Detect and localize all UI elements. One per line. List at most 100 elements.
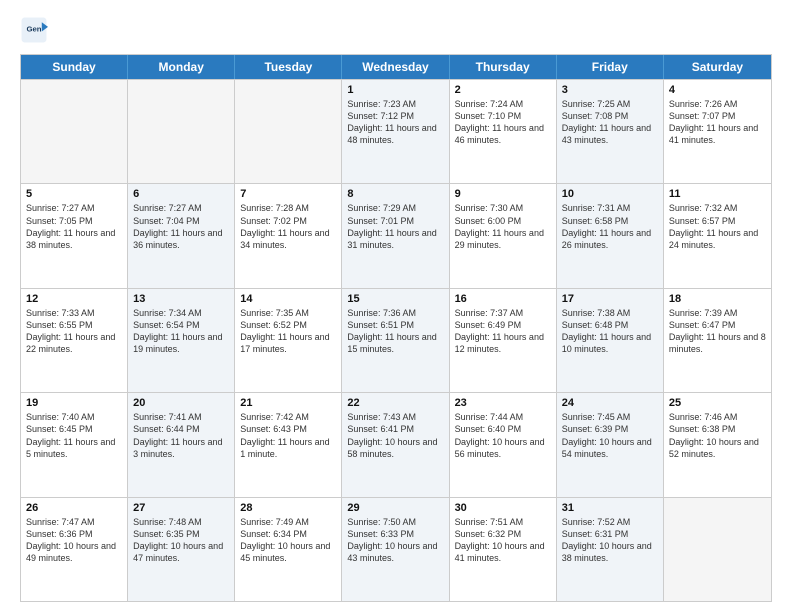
daylight-text: Daylight: 11 hours and 10 minutes. bbox=[562, 331, 658, 355]
daylight-text: Daylight: 11 hours and 48 minutes. bbox=[347, 122, 443, 146]
header-day-tuesday: Tuesday bbox=[235, 55, 342, 79]
day-number: 15 bbox=[347, 293, 443, 305]
sunrise-text: Sunrise: 7:46 AM bbox=[669, 411, 766, 423]
logo: Gen bbox=[20, 16, 52, 44]
sunrise-text: Sunrise: 7:30 AM bbox=[455, 202, 551, 214]
svg-text:Gen: Gen bbox=[26, 25, 41, 34]
calendar-row-4: 26Sunrise: 7:47 AMSunset: 6:36 PMDayligh… bbox=[21, 497, 771, 601]
day-number: 11 bbox=[669, 188, 766, 200]
sunset-text: Sunset: 7:07 PM bbox=[669, 110, 766, 122]
day-cell-26: 26 Sunrise: 7:47 AMSunset: 6:36 PMDayligh… bbox=[21, 498, 128, 601]
daylight-text: Daylight: 10 hours and 52 minutes. bbox=[669, 436, 766, 460]
sunrise-text: Sunrise: 7:28 AM bbox=[240, 202, 336, 214]
daylight-text: Daylight: 11 hours and 12 minutes. bbox=[455, 331, 551, 355]
day-cell-21: 21Sunrise: 7:42 AMSunset: 6:43 PMDayligh… bbox=[235, 393, 342, 496]
daylight-text: Daylight: 11 hours and 5 minutes. bbox=[26, 436, 122, 460]
day-number: 30 bbox=[455, 502, 551, 514]
day-cell-28: 28Sunrise: 7:49 AMSunset: 6:34 PMDayligh… bbox=[235, 498, 342, 601]
daylight-text: Daylight: 11 hours and 29 minutes. bbox=[455, 227, 551, 251]
daylight-text: Daylight: 11 hours and 46 minutes. bbox=[455, 122, 551, 146]
sunset-text: Sunset: 6:36 PM bbox=[26, 528, 122, 540]
sunset-text: Sunset: 6:52 PM bbox=[240, 319, 336, 331]
sunset-text: Sunset: 6:57 PM bbox=[669, 215, 766, 227]
header-day-saturday: Saturday bbox=[664, 55, 771, 79]
calendar-header: SundayMondayTuesdayWednesdayThursdayFrid… bbox=[21, 55, 771, 79]
daylight-text: Daylight: 11 hours and 17 minutes. bbox=[240, 331, 336, 355]
day-cell-1: 1Sunrise: 7:23 AMSunset: 7:12 PMDaylight… bbox=[342, 80, 449, 183]
day-cell-24: 24Sunrise: 7:45 AMSunset: 6:39 PMDayligh… bbox=[557, 393, 664, 496]
sunrise-text: Sunrise: 7:24 AM bbox=[455, 98, 551, 110]
daylight-text: Daylight: 11 hours and 15 minutes. bbox=[347, 331, 443, 355]
day-number: 4 bbox=[669, 84, 766, 96]
header-day-sunday: Sunday bbox=[21, 55, 128, 79]
day-number: 20 bbox=[133, 397, 229, 409]
sunrise-text: Sunrise: 7:26 AM bbox=[669, 98, 766, 110]
daylight-text: Daylight: 11 hours and 24 minutes. bbox=[669, 227, 766, 251]
sunrise-text: Sunrise: 7:43 AM bbox=[347, 411, 443, 423]
daylight-text: Daylight: 10 hours and 54 minutes. bbox=[562, 436, 658, 460]
day-number: 8 bbox=[347, 188, 443, 200]
header: Gen bbox=[20, 16, 772, 44]
header-day-friday: Friday bbox=[557, 55, 664, 79]
sunset-text: Sunset: 6:58 PM bbox=[562, 215, 658, 227]
day-cell-31: 31Sunrise: 7:52 AMSunset: 6:31 PMDayligh… bbox=[557, 498, 664, 601]
sunrise-text: Sunrise: 7:27 AM bbox=[26, 202, 122, 214]
sunrise-text: Sunrise: 7:29 AM bbox=[347, 202, 443, 214]
sunset-text: Sunset: 7:01 PM bbox=[347, 215, 443, 227]
sunset-text: Sunset: 6:51 PM bbox=[347, 319, 443, 331]
sunrise-text: Sunrise: 7:25 AM bbox=[562, 98, 658, 110]
daylight-text: Daylight: 11 hours and 43 minutes. bbox=[562, 122, 658, 146]
day-cell-15: 15Sunrise: 7:36 AMSunset: 6:51 PMDayligh… bbox=[342, 289, 449, 392]
daylight-text: Daylight: 10 hours and 49 minutes. bbox=[26, 540, 122, 564]
day-number: 23 bbox=[455, 397, 551, 409]
daylight-text: Daylight: 10 hours and 56 minutes. bbox=[455, 436, 551, 460]
sunrise-text: Sunrise: 7:49 AM bbox=[240, 516, 336, 528]
day-cell-27: 27Sunrise: 7:48 AMSunset: 6:35 PMDayligh… bbox=[128, 498, 235, 601]
sunrise-text: Sunrise: 7:47 AM bbox=[26, 516, 122, 528]
sunset-text: Sunset: 6:55 PM bbox=[26, 319, 122, 331]
empty-cell-0-1 bbox=[128, 80, 235, 183]
day-cell-14: 14Sunrise: 7:35 AMSunset: 6:52 PMDayligh… bbox=[235, 289, 342, 392]
header-day-wednesday: Wednesday bbox=[342, 55, 449, 79]
daylight-text: Daylight: 11 hours and 36 minutes. bbox=[133, 227, 229, 251]
day-cell-6: 6Sunrise: 7:27 AMSunset: 7:04 PMDaylight… bbox=[128, 184, 235, 287]
sunrise-text: Sunrise: 7:44 AM bbox=[455, 411, 551, 423]
daylight-text: Daylight: 10 hours and 47 minutes. bbox=[133, 540, 229, 564]
day-number: 5 bbox=[26, 188, 122, 200]
calendar-row-3: 19Sunrise: 7:40 AMSunset: 6:45 PMDayligh… bbox=[21, 392, 771, 496]
sunrise-text: Sunrise: 7:42 AM bbox=[240, 411, 336, 423]
daylight-text: Daylight: 10 hours and 58 minutes. bbox=[347, 436, 443, 460]
day-cell-8: 8Sunrise: 7:29 AMSunset: 7:01 PMDaylight… bbox=[342, 184, 449, 287]
daylight-text: Daylight: 11 hours and 26 minutes. bbox=[562, 227, 658, 251]
sunset-text: Sunset: 7:10 PM bbox=[455, 110, 551, 122]
header-day-monday: Monday bbox=[128, 55, 235, 79]
day-number: 3 bbox=[562, 84, 658, 96]
sunrise-text: Sunrise: 7:45 AM bbox=[562, 411, 658, 423]
sunrise-text: Sunrise: 7:50 AM bbox=[347, 516, 443, 528]
day-number: 26 bbox=[26, 502, 122, 514]
day-number: 21 bbox=[240, 397, 336, 409]
day-cell-20: 20Sunrise: 7:41 AMSunset: 6:44 PMDayligh… bbox=[128, 393, 235, 496]
day-number: 22 bbox=[347, 397, 443, 409]
day-cell-13: 13Sunrise: 7:34 AMSunset: 6:54 PMDayligh… bbox=[128, 289, 235, 392]
sunrise-text: Sunrise: 7:35 AM bbox=[240, 307, 336, 319]
day-cell-18: 18Sunrise: 7:39 AMSunset: 6:47 PMDayligh… bbox=[664, 289, 771, 392]
daylight-text: Daylight: 11 hours and 3 minutes. bbox=[133, 436, 229, 460]
daylight-text: Daylight: 10 hours and 45 minutes. bbox=[240, 540, 336, 564]
daylight-text: Daylight: 10 hours and 43 minutes. bbox=[347, 540, 443, 564]
day-number: 27 bbox=[133, 502, 229, 514]
sunrise-text: Sunrise: 7:52 AM bbox=[562, 516, 658, 528]
logo-icon: Gen bbox=[20, 16, 48, 44]
sunrise-text: Sunrise: 7:33 AM bbox=[26, 307, 122, 319]
sunrise-text: Sunrise: 7:37 AM bbox=[455, 307, 551, 319]
sunrise-text: Sunrise: 7:38 AM bbox=[562, 307, 658, 319]
day-number: 6 bbox=[133, 188, 229, 200]
daylight-text: Daylight: 10 hours and 38 minutes. bbox=[562, 540, 658, 564]
daylight-text: Daylight: 11 hours and 19 minutes. bbox=[133, 331, 229, 355]
day-cell-22: 22Sunrise: 7:43 AMSunset: 6:41 PMDayligh… bbox=[342, 393, 449, 496]
sunrise-text: Sunrise: 7:48 AM bbox=[133, 516, 229, 528]
sunset-text: Sunset: 7:05 PM bbox=[26, 215, 122, 227]
daylight-text: Daylight: 10 hours and 41 minutes. bbox=[455, 540, 551, 564]
sunset-text: Sunset: 6:43 PM bbox=[240, 423, 336, 435]
daylight-text: Daylight: 11 hours and 8 minutes. bbox=[669, 331, 766, 355]
